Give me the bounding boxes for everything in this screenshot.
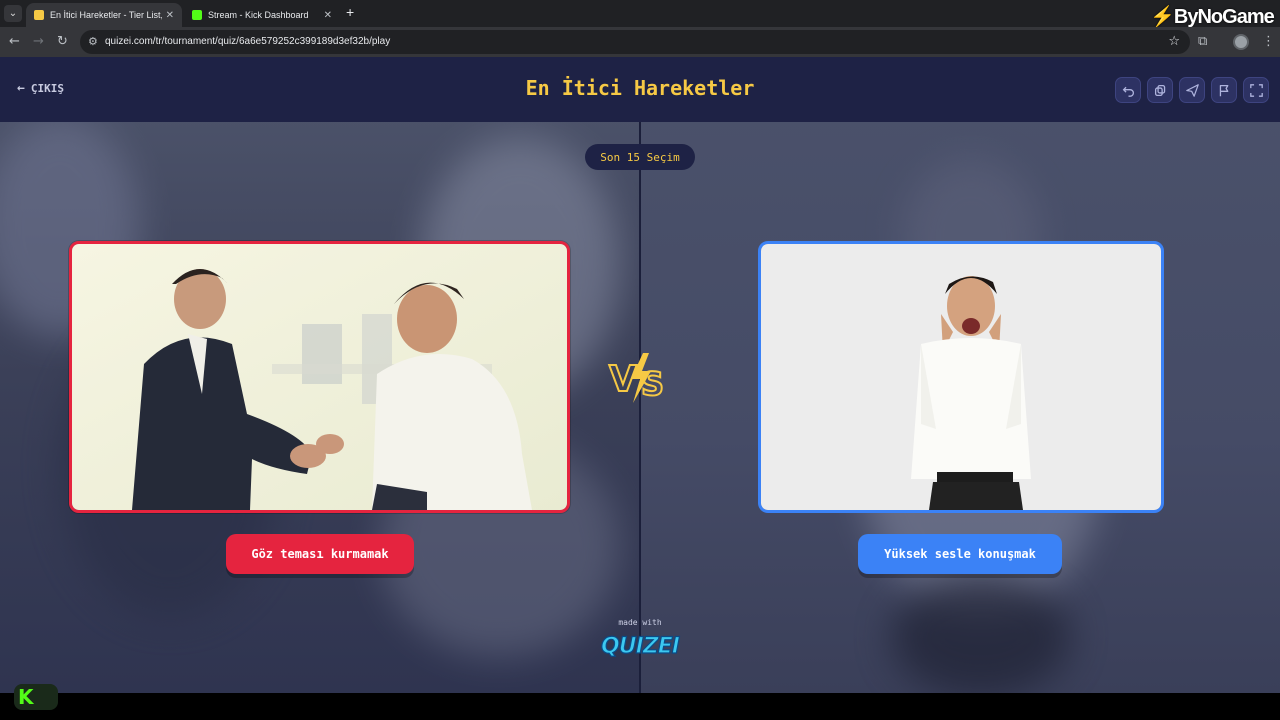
browser-tab-bar: ⌄ En İtici Hareketler - Tier List, Kö ✕ …	[0, 0, 1280, 28]
made-with-label: made with	[618, 618, 662, 627]
browser-tab-kick[interactable]: Stream - Kick Dashboard ✕	[184, 3, 340, 27]
new-tab-button[interactable]: +	[346, 4, 354, 20]
flag-icon	[1219, 84, 1228, 96]
site-info-icon[interactable]: ⚙	[88, 35, 98, 48]
bynogame-watermark: ⚡ByNoGame	[1150, 6, 1275, 28]
tab-title: En İtici Hareketler - Tier List, Kö	[50, 10, 162, 20]
url-field[interactable]: ⚙ quizei.com/tr/tournament/quiz/6a6e5792…	[80, 30, 1190, 54]
option-right-image-card[interactable]	[758, 241, 1164, 513]
man-shouting-image	[761, 244, 1161, 510]
svg-text:S: S	[641, 365, 664, 403]
profile-avatar[interactable]	[1233, 34, 1249, 50]
browser-tab-quizei[interactable]: En İtici Hareketler - Tier List, Kö ✕	[26, 3, 182, 27]
quizei-logo-text: QUIZEI	[601, 634, 680, 659]
url-text: quizei.com/tr/tournament/quiz/6a6e579252…	[105, 36, 391, 47]
close-tab-icon[interactable]: ✕	[324, 10, 332, 21]
menu-kebab-icon[interactable]: ⋮	[1262, 34, 1275, 49]
two-men-talking-image	[72, 244, 567, 510]
quizei-logo[interactable]: QUIZEI	[596, 627, 684, 661]
quizei-favicon-icon	[34, 10, 44, 20]
quiz-header: ← ÇIKIŞ En İtici Hareketler	[0, 57, 1280, 122]
undo-button[interactable]	[1115, 77, 1141, 103]
bottom-black-bar	[0, 693, 1280, 720]
page-title: En İtici Hareketler	[525, 76, 755, 100]
report-button[interactable]	[1211, 77, 1237, 103]
quiz-app: ← ÇIKIŞ En İtici Hareketler Son 15 Seçim	[0, 57, 1280, 693]
option-left-image-card[interactable]	[69, 241, 570, 513]
copy-button[interactable]	[1147, 77, 1173, 103]
share-button[interactable]	[1179, 77, 1205, 103]
fullscreen-button[interactable]	[1243, 77, 1269, 103]
copy-icon	[1154, 84, 1165, 96]
back-arrow-icon[interactable]: ←	[9, 34, 20, 49]
center-divider	[639, 121, 641, 693]
reload-icon[interactable]: ↻	[57, 34, 68, 49]
undo-icon	[1122, 86, 1134, 97]
browser-address-bar: ← → ↻ ⚙ quizei.com/tr/tournament/quiz/6a…	[0, 27, 1280, 57]
extensions-icon[interactable]: ⧉	[1198, 34, 1207, 49]
svg-text:V: V	[609, 359, 637, 400]
forward-arrow-icon[interactable]: →	[33, 34, 44, 49]
tab-search-icon[interactable]: ⌄	[4, 5, 22, 22]
bookmark-star-icon[interactable]: ☆	[1168, 34, 1180, 49]
kick-logo-icon: K	[14, 684, 58, 710]
close-tab-icon[interactable]: ✕	[166, 10, 174, 21]
send-icon	[1185, 83, 1199, 97]
kick-favicon-icon	[192, 10, 202, 20]
fullscreen-icon	[1249, 83, 1263, 97]
option-left-button[interactable]: Göz teması kurmamak	[226, 534, 414, 574]
option-right-button[interactable]: Yüksek sesle konuşmak	[858, 534, 1062, 574]
round-indicator-badge: Son 15 Seçim	[585, 144, 695, 170]
tab-title: Stream - Kick Dashboard	[208, 10, 309, 20]
versus-icon: V S	[608, 353, 665, 404]
